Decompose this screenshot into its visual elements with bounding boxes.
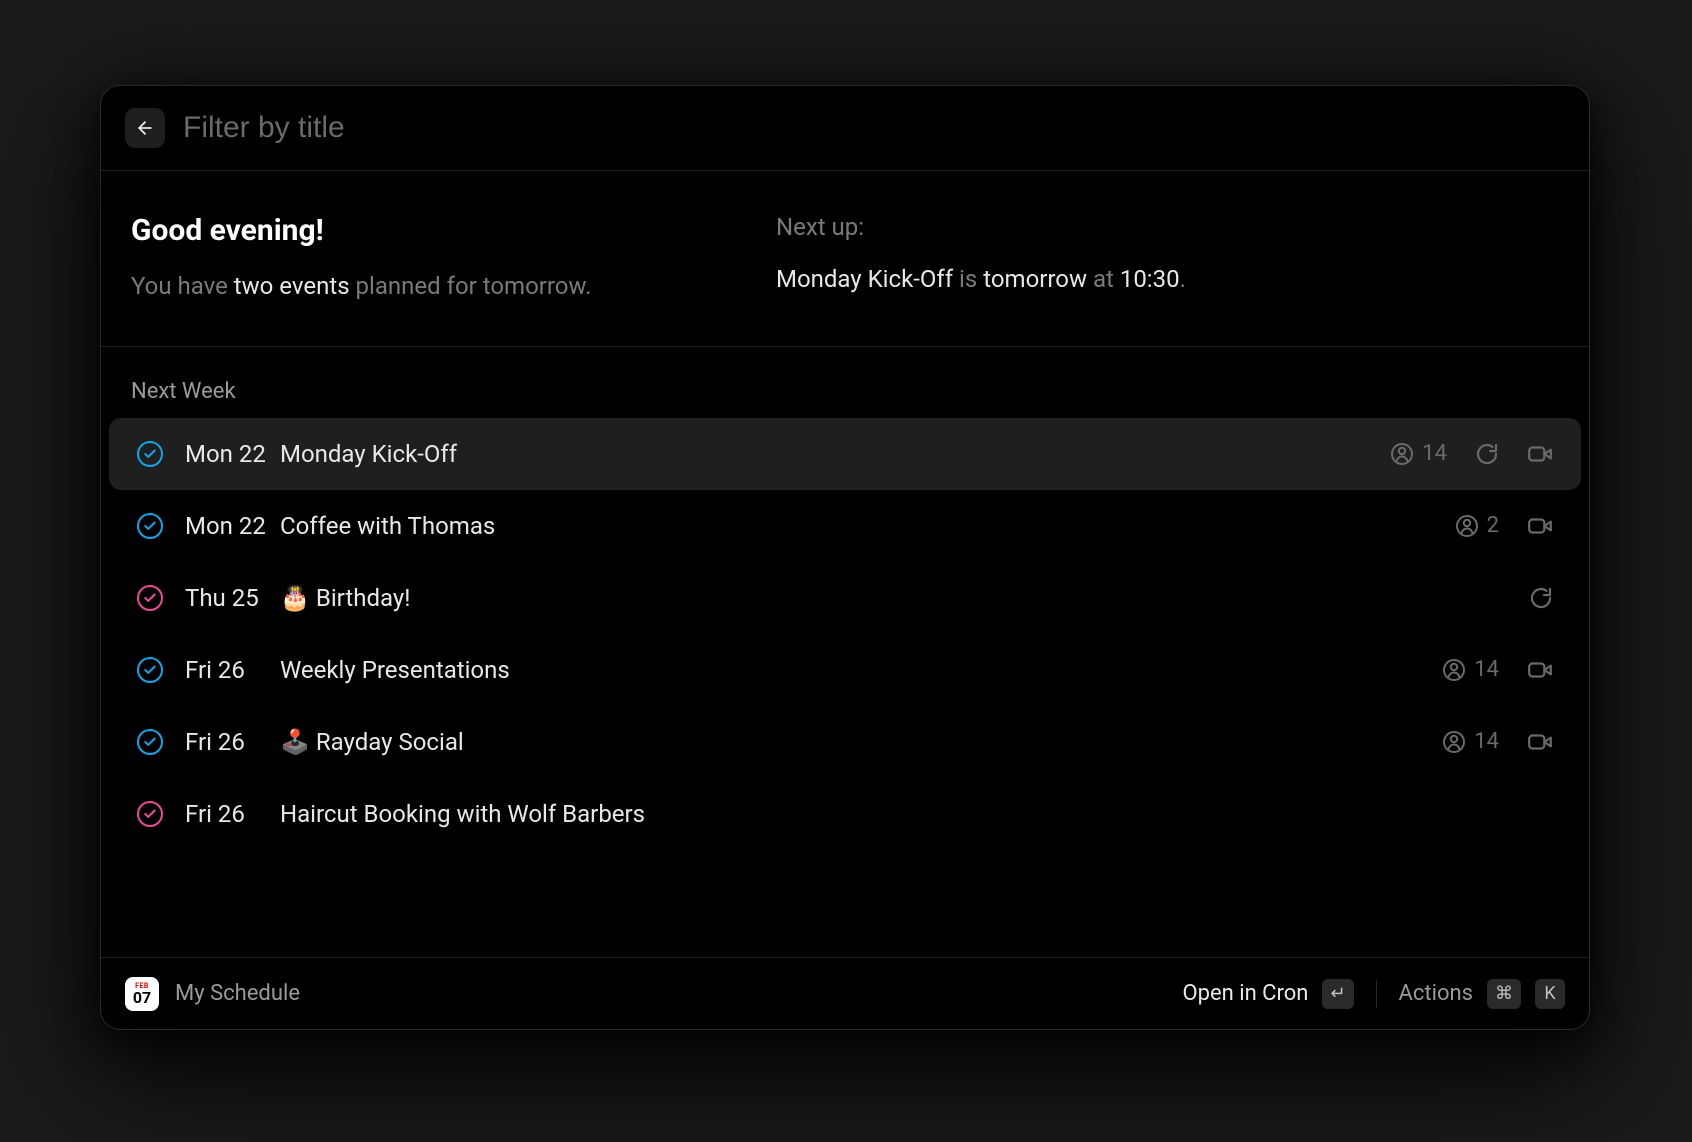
event-title: 🕹️Rayday Social (280, 728, 1442, 756)
person-icon (1390, 442, 1414, 466)
video-icon[interactable] (1527, 729, 1553, 755)
video-icon[interactable] (1527, 441, 1553, 467)
footer-divider (1376, 980, 1377, 1008)
section-label: Next Week (101, 361, 1589, 418)
event-title-text: Rayday Social (316, 728, 464, 756)
event-emoji: 🎂 (280, 584, 310, 612)
video-icon[interactable] (1527, 513, 1553, 539)
event-meta: 14 (1390, 441, 1553, 467)
attendee-number: 14 (1474, 729, 1499, 754)
event-meta: 14 (1442, 729, 1553, 755)
event-row[interactable]: Mon 22Monday Kick-Off 14 (109, 418, 1581, 490)
event-row[interactable]: Thu 25🎂Birthday! (109, 562, 1581, 634)
plan-prefix: You have (131, 272, 234, 300)
next-time: 10:30 (1120, 265, 1180, 293)
event-title: Monday Kick-Off (280, 440, 1390, 468)
attendee-count: 14 (1390, 441, 1447, 466)
next-when: tomorrow (983, 265, 1087, 293)
attendee-count: 14 (1442, 657, 1499, 682)
attendee-number: 14 (1474, 657, 1499, 682)
event-date: Fri 26 (185, 728, 280, 756)
k-key-badge: K (1535, 979, 1565, 1009)
status-check-icon (137, 801, 163, 827)
summary-section: Good evening! You have two events planne… (101, 171, 1589, 347)
event-date: Fri 26 (185, 800, 280, 828)
filter-bar (101, 86, 1589, 171)
nextup-detail: Monday Kick-Off is tomorrow at 10:30. (776, 263, 1559, 297)
cmd-key-badge: ⌘ (1487, 979, 1521, 1009)
summary-right: Next up: Monday Kick-Off is tomorrow at … (776, 213, 1559, 304)
back-button[interactable] (125, 108, 165, 148)
open-in-cron-button[interactable]: Open in Cron ↵ (1182, 979, 1353, 1009)
nextup-label: Next up: (776, 213, 1559, 241)
event-title: Haircut Booking with Wolf Barbers (280, 800, 1553, 828)
person-icon (1442, 658, 1466, 682)
event-title: Weekly Presentations (280, 656, 1442, 684)
greeting: Good evening! (131, 213, 776, 248)
enter-key-badge: ↵ (1322, 979, 1353, 1009)
event-row[interactable]: Mon 22Coffee with Thomas 2 (109, 490, 1581, 562)
status-check-icon (137, 657, 163, 683)
recurring-icon (1529, 586, 1553, 610)
recurring-icon (1475, 442, 1499, 466)
footer-left: FEB 07 My Schedule (125, 977, 300, 1011)
event-date: Mon 22 (185, 440, 280, 468)
event-title-text: Coffee with Thomas (280, 512, 495, 540)
filter-input[interactable] (183, 111, 1559, 145)
event-date: Thu 25 (185, 584, 280, 612)
plan-suffix: planned for tomorrow. (350, 272, 592, 300)
footer: FEB 07 My Schedule Open in Cron ↵ Action… (101, 957, 1589, 1029)
event-emoji: 🕹️ (280, 728, 310, 756)
next-period: . (1180, 265, 1186, 293)
event-meta: 2 (1455, 513, 1553, 539)
next-at: at (1087, 265, 1120, 293)
calendar-app-icon: FEB 07 (125, 977, 159, 1011)
event-title: Coffee with Thomas (280, 512, 1455, 540)
actions-button[interactable]: Actions ⌘ K (1399, 979, 1565, 1009)
event-meta: 14 (1442, 657, 1553, 683)
plan-count: two events (234, 272, 350, 300)
calendar-icon-day: 07 (133, 990, 151, 1006)
event-row[interactable]: Fri 26🕹️Rayday Social 14 (109, 706, 1581, 778)
status-check-icon (137, 441, 163, 467)
event-date: Mon 22 (185, 512, 280, 540)
attendee-count: 14 (1442, 729, 1499, 754)
event-date: Fri 26 (185, 656, 280, 684)
event-row[interactable]: Fri 26Weekly Presentations 14 (109, 634, 1581, 706)
status-check-icon (137, 585, 163, 611)
event-meta (1529, 586, 1553, 610)
event-row[interactable]: Fri 26Haircut Booking with Wolf Barbers (109, 778, 1581, 850)
person-icon (1442, 730, 1466, 754)
event-title: 🎂Birthday! (280, 584, 1529, 612)
video-icon[interactable] (1527, 657, 1553, 683)
command-palette-window: Good evening! You have two events planne… (100, 85, 1590, 1030)
next-is: is (953, 265, 983, 293)
actions-label: Actions (1399, 981, 1473, 1006)
event-title-text: Haircut Booking with Wolf Barbers (280, 800, 645, 828)
schedule-label: My Schedule (175, 981, 300, 1006)
event-title-text: Birthday! (316, 584, 411, 612)
status-check-icon (137, 729, 163, 755)
attendee-number: 14 (1422, 441, 1447, 466)
arrow-left-icon (135, 118, 155, 138)
attendee-count: 2 (1455, 513, 1499, 538)
attendee-number: 2 (1487, 513, 1499, 538)
event-title-text: Weekly Presentations (280, 656, 510, 684)
summary-left: Good evening! You have two events planne… (131, 213, 776, 304)
open-in-cron-label: Open in Cron (1182, 981, 1308, 1006)
event-title-text: Monday Kick-Off (280, 440, 457, 468)
person-icon (1455, 514, 1479, 538)
event-list[interactable]: Next Week Mon 22Monday Kick-Off14Mon 22C… (101, 347, 1589, 957)
next-event-name: Monday Kick-Off (776, 265, 953, 293)
plan-summary: You have two events planned for tomorrow… (131, 270, 776, 304)
status-check-icon (137, 513, 163, 539)
